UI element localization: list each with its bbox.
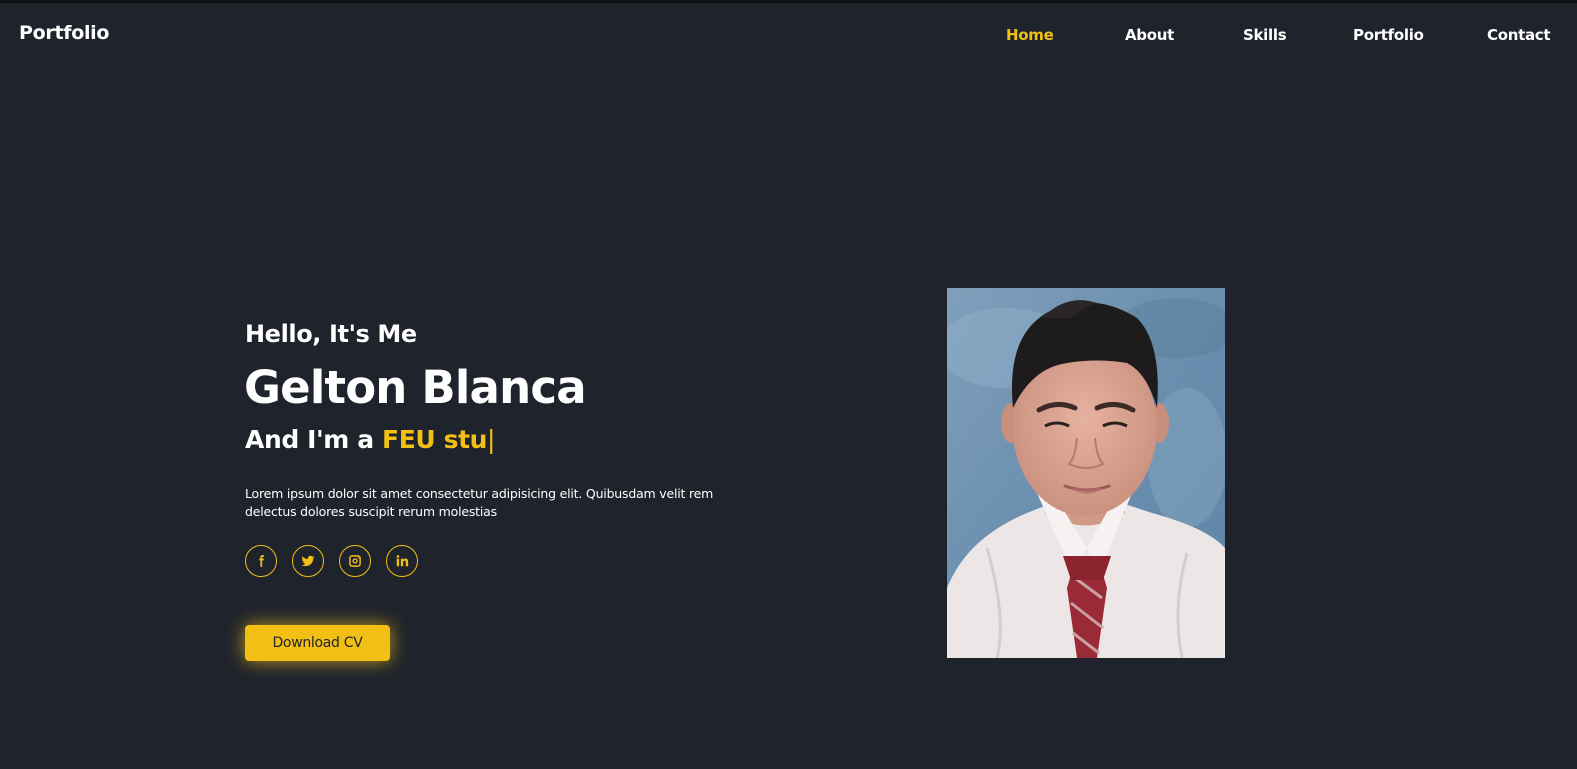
download-cv-button[interactable]: Download CV (245, 625, 390, 661)
nav-about[interactable]: About (1125, 26, 1174, 44)
nav-contact[interactable]: Contact (1487, 26, 1551, 44)
instagram-link[interactable] (339, 545, 371, 577)
hero-greeting: Hello, It's Me (245, 320, 417, 348)
linkedin-link[interactable] (386, 545, 418, 577)
hero-role-typed: FEU stu (382, 425, 488, 454)
twitter-icon (301, 555, 315, 567)
profile-photo (947, 288, 1225, 658)
instagram-icon (349, 555, 361, 567)
site-logo[interactable]: Portfolio (19, 22, 109, 44)
typing-caret: | (487, 425, 496, 454)
nav-portfolio[interactable]: Portfolio (1353, 26, 1424, 44)
hero-role: And I'm a FEU stu| (245, 425, 495, 454)
profile-portrait-illustration (947, 288, 1225, 658)
linkedin-icon (396, 555, 409, 567)
nav-home[interactable]: Home (1006, 26, 1054, 44)
facebook-icon (259, 555, 264, 567)
hero-description: Lorem ipsum dolor sit amet consectetur a… (245, 486, 714, 519)
facebook-link[interactable] (245, 545, 277, 577)
hero-role-prefix: And I'm a (245, 425, 383, 454)
twitter-link[interactable] (292, 545, 324, 577)
hero-name: Gelton Blanca (244, 361, 587, 414)
nav-skills[interactable]: Skills (1243, 26, 1287, 44)
site-header: Portfolio Home About Skills Portfolio Co… (0, 3, 1577, 67)
